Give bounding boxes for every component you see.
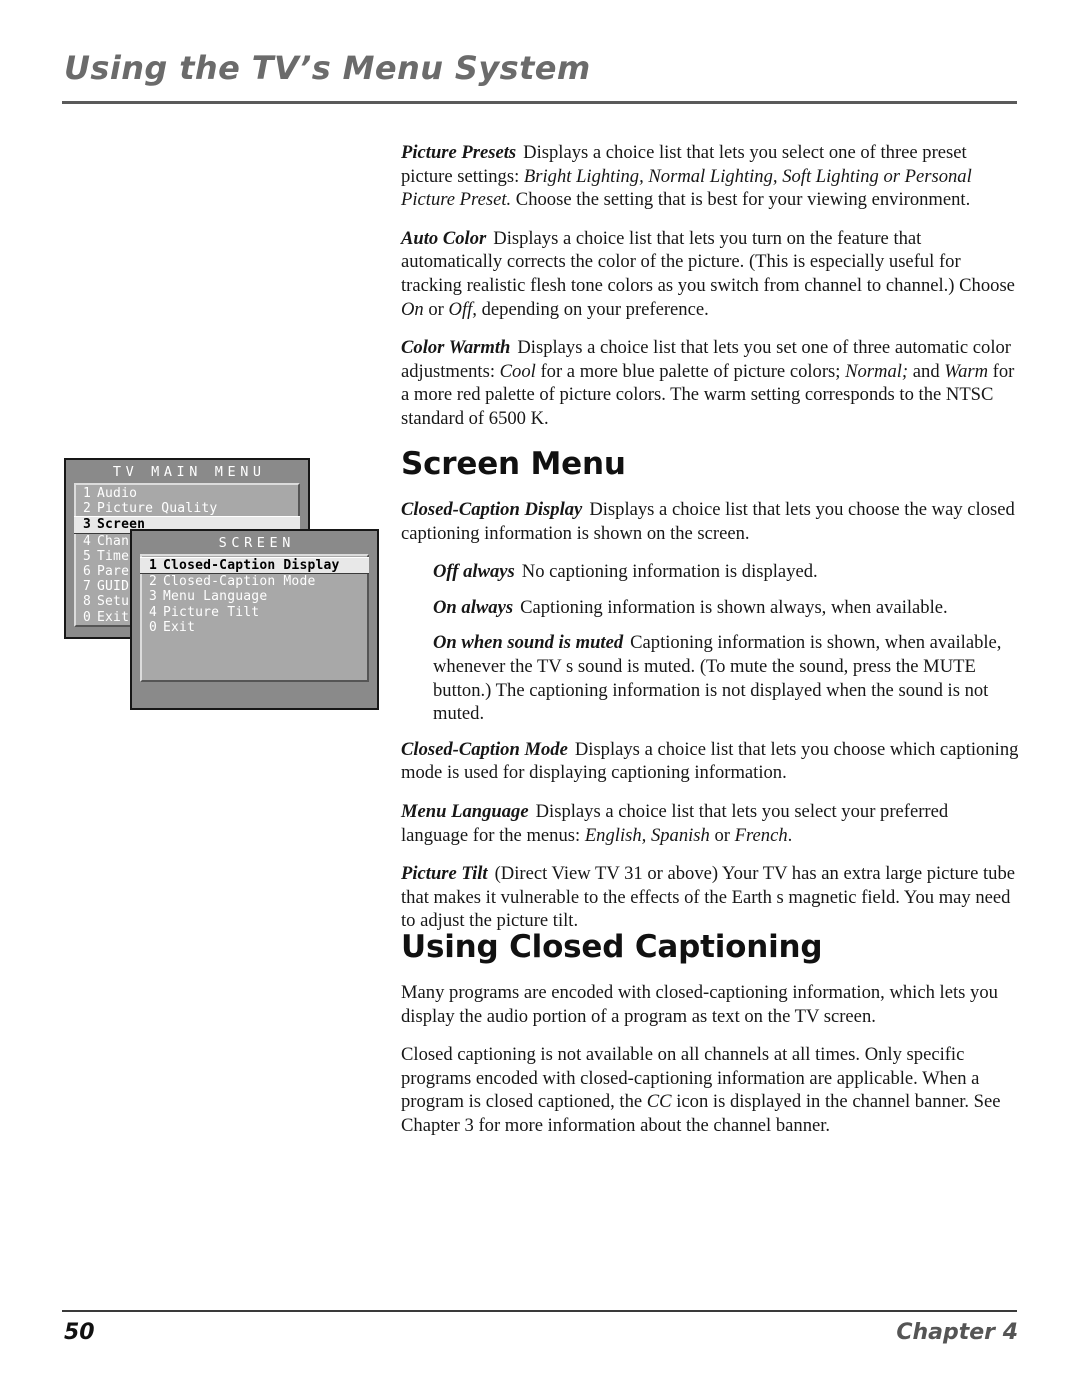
lead-in-spacer	[515, 560, 522, 584]
menu-item-number: 6	[83, 564, 92, 580]
paragraph: Picture Tilt (Direct View TV 31 or above…	[401, 862, 1019, 933]
tv-screen-menu-title: SCREEN	[218, 535, 295, 551]
screen-menu-body: Closed-Caption Display Displays a choice…	[401, 498, 1019, 933]
paragraph-lead-in: Color Warmth	[401, 337, 511, 359]
paragraph-lead-in: Off always	[433, 561, 515, 583]
lead-in-spacer	[529, 800, 536, 824]
emphasis-text: English, Spanish	[584, 824, 710, 846]
paragraph-lead-in: Menu Language	[401, 801, 529, 823]
option-description: On always Captioning information is show…	[401, 596, 1019, 620]
closed-captioning-heading: Using Closed Captioning	[401, 929, 823, 965]
menu-item-number: 5	[83, 548, 92, 564]
paragraph: Closed-Caption Mode Displays a choice li…	[401, 738, 1019, 785]
menu-item-number: 4	[83, 533, 92, 549]
body-text: Captioning information is shown always, …	[520, 596, 948, 618]
menu-item-number: 7	[83, 579, 92, 595]
body-text: or	[423, 298, 449, 320]
menu-item-number: 0	[83, 609, 92, 625]
paragraph: Picture Presets Displays a choice list t…	[401, 141, 1019, 212]
menu-item-label: Picture Tilt	[163, 604, 260, 620]
tv-main-menu-title: TV MAIN MENU	[112, 464, 266, 480]
intro-text-block: Picture Presets Displays a choice list t…	[401, 141, 1019, 431]
tv-screen-menu-window: SCREEN 1 Closed-Caption Display 2 Closed-Ca…	[130, 529, 379, 710]
emphasis-text: Normal;	[845, 360, 909, 382]
body-text: .	[787, 824, 793, 846]
menu-item-label: Time	[97, 548, 130, 564]
option-description: Off always No captioning information is …	[401, 560, 1019, 584]
menu-item-label: Closed-Caption Mode	[163, 574, 316, 590]
paragraph: Color Warmth Displays a choice list that…	[401, 336, 1019, 430]
tv-screen-menu-item[interactable]: 0 Exit	[142, 620, 367, 635]
menu-item-label: Audio	[97, 486, 138, 501]
menu-item-label: Picture Quality	[97, 501, 218, 517]
lead-in-spacer	[568, 738, 575, 762]
tv-screen-menu-item[interactable]: 3 Menu Language	[142, 589, 367, 604]
body-text: or	[709, 824, 735, 846]
paragraph-lead-in: Closed-Caption Display	[401, 499, 583, 521]
body-text: No captioning information is displayed.	[521, 561, 818, 583]
emphasis-text: CC	[646, 1091, 672, 1113]
tv-screen-menu-item[interactable]: 4 Picture Tilt	[142, 605, 367, 620]
page-number: 50	[64, 1320, 95, 1345]
tv-screen-menu-item[interactable]: 1 Closed-Caption Display	[140, 557, 369, 575]
menu-item-number: 2	[149, 574, 158, 590]
tv-main-menu-item[interactable]: 2 Picture Quality	[76, 501, 298, 516]
tv-menu-illustration: TV MAIN MENU 1 Audio 2 Picture Quality 3 Scre…	[64, 458, 379, 710]
option-description: On when sound is muted Captioning inform…	[401, 631, 1019, 725]
body-text: Displays a choice list that lets you tur…	[401, 227, 1015, 296]
paragraph-lead-in: Picture Tilt	[401, 863, 488, 885]
paragraph: Many programs are encoded with closed-ca…	[401, 981, 1019, 1028]
menu-item-label: Closed-Caption Display	[163, 558, 340, 573]
body-text: for a more blue palette of picture color…	[535, 360, 846, 382]
body-text: depending on your preference.	[476, 298, 709, 320]
menu-item-number: 0	[149, 619, 158, 635]
paragraph-lead-in: Picture Presets	[401, 142, 517, 163]
emphasis-text: French	[734, 824, 788, 846]
emphasis-text: Cool	[499, 360, 536, 382]
menu-item-number: 4	[149, 604, 158, 620]
menu-item-number: 3	[149, 589, 158, 605]
screen-menu-heading: Screen Menu	[401, 446, 626, 482]
paragraph: Menu Language Displays a choice list tha…	[401, 800, 1019, 847]
paragraph: Closed captioning is not available on al…	[401, 1043, 1019, 1137]
paragraph: Closed-Caption Display Displays a choice…	[401, 498, 1019, 545]
emphasis-text: Off,	[448, 298, 477, 320]
menu-item-number: 3	[83, 517, 92, 533]
closed-captioning-body: Many programs are encoded with closed-ca…	[401, 981, 1019, 1138]
header-divider	[62, 101, 1017, 104]
footer-divider	[62, 1310, 1017, 1312]
menu-item-number: 2	[83, 501, 92, 517]
emphasis-text: On	[401, 298, 424, 320]
body-text: and	[908, 360, 945, 382]
paragraph-lead-in: Auto Color	[401, 227, 487, 249]
menu-item-number: 1	[149, 558, 158, 573]
lead-in-spacer	[488, 862, 495, 886]
paragraph-lead-in: Closed-Caption Mode	[401, 738, 568, 760]
page-title: Using the TV’s Menu System	[64, 49, 591, 87]
menu-item-label: Exit	[97, 609, 130, 625]
menu-item-number: 1	[83, 486, 92, 501]
tv-screen-menu-list[interactable]: 1 Closed-Caption Display 2 Closed-Caption M…	[140, 554, 369, 682]
tv-main-menu-item[interactable]: 1 Audio	[76, 486, 298, 501]
menu-item-label: Menu Language	[163, 589, 268, 605]
closed-captioning-section: Using Closed Captioning Many programs ar…	[401, 930, 1019, 1138]
menu-item-number: 8	[83, 594, 92, 610]
menu-item-label: Exit	[163, 619, 196, 635]
emphasis-text: Warm	[944, 360, 989, 382]
body-text: Many programs are encoded with closed-ca…	[401, 982, 998, 1027]
tv-screen-menu-item[interactable]: 2 Closed-Caption Mode	[142, 574, 367, 589]
paragraph-lead-in: On always	[433, 596, 514, 618]
chapter-label: Chapter 4	[896, 1320, 1018, 1345]
screen-menu-section: Screen Menu Closed-Caption Display Displ…	[401, 447, 1019, 933]
page-running-head: Using the TV’s Menu System	[64, 49, 1016, 87]
body-text: Choose the setting that is best for your…	[511, 189, 971, 211]
paragraph-lead-in: On when sound is muted	[433, 632, 624, 654]
paragraph: Auto Color Displays a choice list that l…	[401, 227, 1019, 321]
